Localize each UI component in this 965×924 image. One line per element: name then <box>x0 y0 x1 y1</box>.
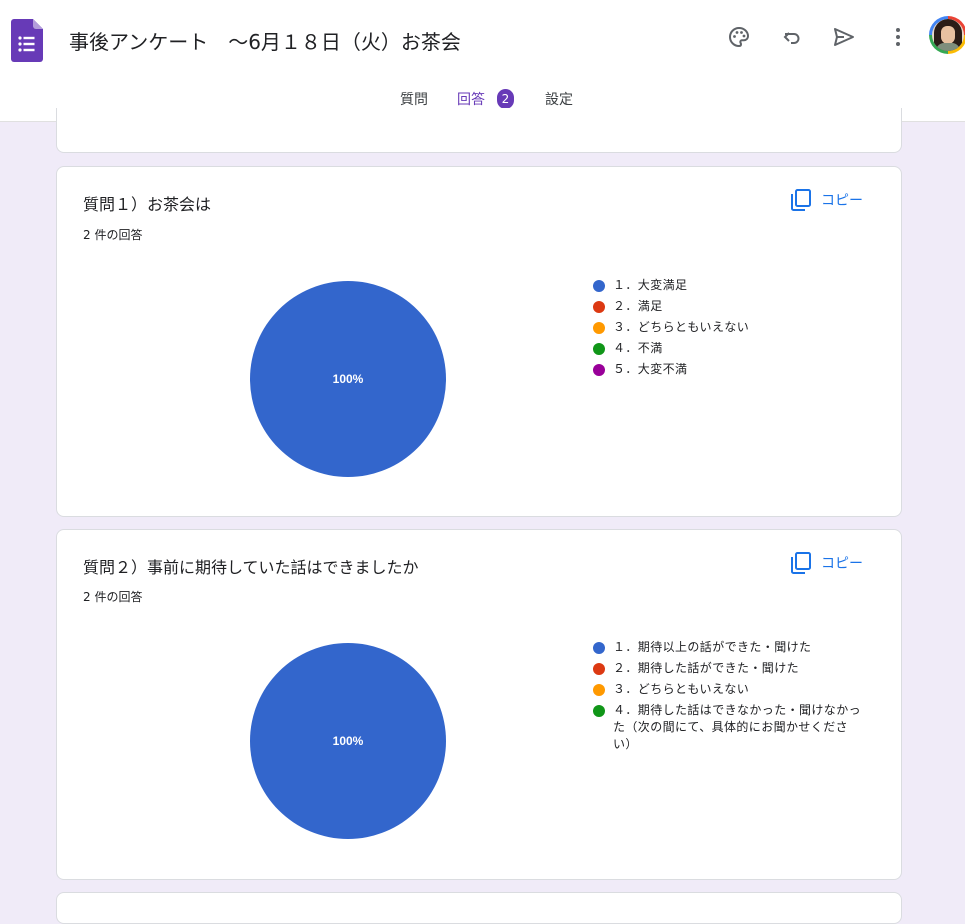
chart-legend: １．大変満足 ２．満足 ３．どちらともいえない ４．不満 ５．大変不満 <box>593 277 863 382</box>
response-count: 2 件の回答 <box>83 590 143 604</box>
legend-color-dot <box>593 642 605 654</box>
tab-responses-label: 回答 <box>457 92 485 108</box>
legend-label: ５．大変不満 <box>613 362 688 376</box>
legend-color-dot <box>593 280 605 292</box>
legend-label: １．期待以上の話ができた・聞けた <box>613 640 812 654</box>
legend-item: ４．不満 <box>593 340 863 357</box>
legend-item: ４．期待した話はできなかった・聞けなかった（次の間にて、具体的にお聞かせください… <box>593 702 863 753</box>
legend-label: ３．どちらともいえない <box>613 682 750 696</box>
copy-chart-button[interactable]: コピー <box>791 186 863 214</box>
question-card: 質問２）事前に期待していた話はできましたか 2 件の回答 コピー 100% １．… <box>56 529 902 880</box>
chart-legend: １．期待以上の話ができた・聞けた ２．期待した話ができた・聞けた ３．どちらともいえ… <box>593 639 863 757</box>
legend-item: ２．期待した話ができた・聞けた <box>593 660 863 677</box>
pie-chart: 100% <box>250 281 446 477</box>
question-title: 質問２）事前に期待していた話はできましたか <box>83 558 419 577</box>
legend-item: １．大変満足 <box>593 277 863 294</box>
form-title[interactable]: 事後アンケート ～6月１８日（火）お茶会 <box>69 26 461 55</box>
legend-color-dot <box>593 343 605 355</box>
legend-item: ２．満足 <box>593 298 863 315</box>
pie-chart: 100% <box>250 643 446 839</box>
copy-label: コピー <box>821 556 863 572</box>
app-header: 事後アンケート ～6月１８日（火）お茶会 質問 回答 2 設定 <box>0 0 965 122</box>
legend-label: ２．期待した話ができた・聞けた <box>613 661 800 675</box>
legend-label: ４．期待した話はできなかった・聞けなかった（次の間にて、具体的にお聞かせください… <box>613 703 862 751</box>
question-card: 質問１）お茶会は 2 件の回答 コピー 100% １．大変満足 ２．満足 ３．どちら… <box>56 166 902 517</box>
next-card <box>56 892 902 924</box>
palette-button[interactable] <box>719 17 759 57</box>
send-icon <box>834 28 854 46</box>
legend-color-dot <box>593 301 605 313</box>
copy-icon <box>791 189 811 211</box>
legend-label: ２．満足 <box>613 299 663 313</box>
more-vert-icon <box>896 28 900 46</box>
question-title: 質問１）お茶会は <box>83 195 212 214</box>
palette-icon <box>729 26 750 48</box>
forms-logo-icon[interactable] <box>11 19 43 62</box>
copy-chart-button[interactable]: コピー <box>791 549 863 577</box>
legend-color-dot <box>593 684 605 696</box>
legend-color-dot <box>593 705 605 717</box>
previous-card <box>56 108 902 153</box>
send-button[interactable] <box>824 17 864 57</box>
legend-item: ５．大変不満 <box>593 361 863 378</box>
more-options-button[interactable] <box>878 17 918 57</box>
undo-icon <box>783 32 800 44</box>
legend-label: ４．不満 <box>613 341 663 355</box>
legend-item: ３．どちらともいえない <box>593 319 863 336</box>
undo-button[interactable] <box>772 17 812 57</box>
copy-icon <box>791 552 811 574</box>
copy-label: コピー <box>821 193 863 209</box>
response-count-badge: 2 <box>497 89 514 109</box>
legend-label: １．大変満足 <box>613 278 688 292</box>
legend-color-dot <box>593 663 605 675</box>
response-count: 2 件の回答 <box>83 228 143 242</box>
legend-item: ３．どちらともいえない <box>593 681 863 698</box>
legend-label: ３．どちらともいえない <box>613 320 750 334</box>
legend-color-dot <box>593 322 605 334</box>
legend-item: １．期待以上の話ができた・聞けた <box>593 639 863 656</box>
pie-slice-label: 100% <box>333 734 364 748</box>
account-avatar[interactable] <box>929 16 965 54</box>
pie-slice-label: 100% <box>333 372 364 386</box>
legend-color-dot <box>593 364 605 376</box>
